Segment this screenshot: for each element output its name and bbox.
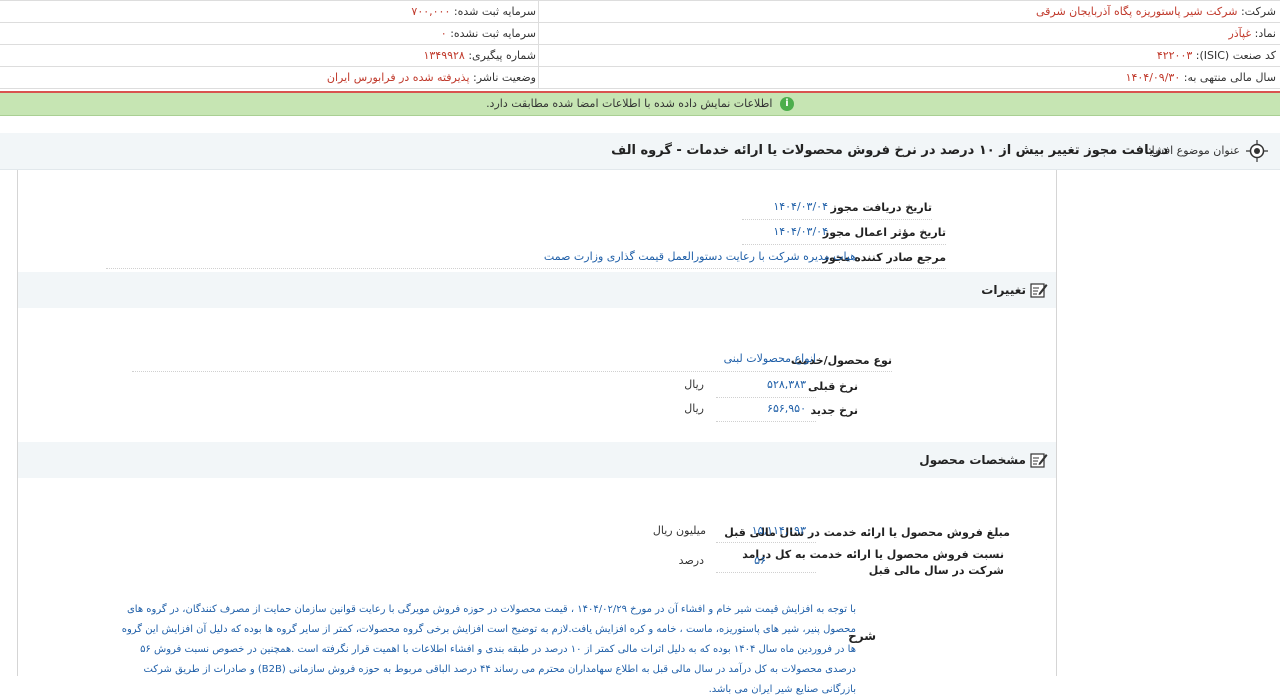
sales-ratio-value: ۵۶ (754, 554, 766, 567)
info-row-company: شرکت: شرکت شیر پاستوریزه پگاه آذربایجان … (0, 1, 1280, 23)
info-icon: i (779, 97, 794, 111)
changes-section-title: تغییرات (981, 283, 1026, 297)
description-text: با توجه به افزایش قیمت شیر خام و افشاء آ… (121, 604, 856, 695)
edit-icon (1030, 283, 1048, 298)
new-rate-label: نرخ جدید (810, 404, 859, 417)
tracking-number-label: شماره پیگیری: (468, 49, 536, 62)
sales-ratio-label-line2: شرکت در سال مالی قبل (868, 564, 1004, 577)
unregistered-capital-value: ۰ (440, 27, 447, 40)
isic-value: ۴۲۲۰۰۳ (1156, 49, 1193, 62)
unregistered-capital-cell: سرمایه ثبت نشده: ۰ (441, 23, 536, 44)
info-row-isic: کد صنعت (ISIC): ۴۲۲۰۰۳ شماره پیگیری: ۱۳۴… (0, 45, 1280, 67)
issuer-value: هیات مدیره شرکت با رعایت دستورالعمل قیمت… (543, 250, 856, 263)
received-date-value: ۱۴۰۴/۰۳/۰۴ (773, 200, 828, 213)
row-divider (132, 371, 892, 372)
row-divider (742, 244, 946, 245)
row-divider (716, 397, 816, 398)
row-divider (716, 572, 816, 573)
tracking-number-value: ۱۳۴۹۹۲۸ (423, 49, 465, 62)
report-panel: تاریخ دریافت مجوز ۱۴۰۴/۰۳/۰۴ تاریخ مؤثر … (17, 170, 1057, 695)
target-icon (1246, 140, 1268, 162)
unregistered-capital-label: سرمایه ثبت نشده: (450, 27, 536, 40)
fiscal-year-cell: سال مالی منتهی به: ۱۴۰۴/۰۹/۳۰ (1126, 67, 1276, 88)
received-date-label: تاریخ دریافت مجوز (830, 201, 932, 214)
isic-label: کد صنعت (ISIC): (1195, 49, 1276, 62)
product-specs-section-header: مشخصات محصول (18, 442, 1056, 478)
prior-year-sales-unit: میلیون ریال (652, 524, 706, 537)
company-info-table: شرکت: شرکت شیر پاستوریزه پگاه آذربایجان … (0, 0, 1280, 89)
publisher-status-value: پذیرفته شده در فرابورس ایران (326, 71, 470, 84)
old-rate-value: ۵۲۸,۳۸۳ (767, 378, 806, 391)
fiscal-year-value: ۱۴۰۴/۰۹/۳۰ (1125, 71, 1181, 84)
old-rate-label: نرخ قبلی (807, 380, 858, 393)
changes-section-header: تغییرات (18, 272, 1056, 308)
edit-icon (1030, 453, 1048, 468)
new-rate-unit: ریال (684, 402, 704, 415)
company-label: شرکت: (1240, 5, 1276, 18)
prior-year-sales-value: ۱۵,۱۱۴,۰۹۳ (751, 524, 806, 537)
effective-date-value: ۱۴۰۴/۰۳/۰۴ (773, 225, 828, 238)
sales-ratio-unit: درصد (678, 554, 704, 567)
company-name: شرکت شیر پاستوریزه پگاه آذربایجان شرقی (1035, 5, 1238, 18)
symbol-cell: نماد: غپآذر (1228, 23, 1276, 44)
registered-capital-label: سرمایه ثبت شده: (453, 5, 536, 18)
verification-notice-text: اطلاعات نمایش داده شده با اطلاعات امضا ش… (486, 97, 773, 110)
subject-bar: عنوان موضوع افشا: دریافت مجوز تغییر بیش … (0, 133, 1280, 170)
row-divider (106, 268, 946, 269)
row-divider (716, 542, 816, 543)
product-type-value: انواع محصولات لبنی (723, 352, 816, 365)
registered-capital-value: ۷۰۰,۰۰۰ (411, 5, 451, 18)
verification-notice: i اطلاعات نمایش داده شده با اطلاعات امضا… (0, 93, 1280, 116)
product-specs-section-title: مشخصات محصول (919, 453, 1026, 467)
registered-capital-cell: سرمایه ثبت شده: ۷۰۰,۰۰۰ (411, 1, 536, 22)
isic-cell: کد صنعت (ISIC): ۴۲۲۰۰۳ (1157, 45, 1276, 66)
company-cell: شرکت: شرکت شیر پاستوریزه پگاه آذربایجان … (1036, 1, 1276, 22)
subject-title: دریافت مجوز تغییر بیش از ۱۰ درصد در نرخ … (611, 143, 1168, 158)
symbol-label: نماد: (1254, 27, 1276, 40)
sales-ratio-label-line1: نسبت فروش محصول یا ارائه خدمت به کل درام… (742, 548, 1004, 561)
old-rate-unit: ریال (684, 378, 704, 391)
tracking-number-cell: شماره پیگیری: ۱۳۴۹۹۲۸ (423, 45, 536, 66)
info-row-symbol: نماد: غپآذر سرمایه ثبت نشده: ۰ (0, 23, 1280, 45)
info-row-fiscal-year: سال مالی منتهی به: ۱۴۰۴/۰۹/۳۰ وضعیت ناشر… (0, 67, 1280, 89)
new-rate-value: ۶۵۶,۹۵۰ (767, 402, 806, 415)
fiscal-year-label: سال مالی منتهی به: (1183, 71, 1276, 84)
publisher-status-label: وضعیت ناشر: (473, 71, 536, 84)
row-divider (742, 219, 932, 220)
publisher-status-cell: وضعیت ناشر: پذیرفته شده در فرابورس ایران (327, 67, 536, 88)
symbol-value: غپآذر (1228, 27, 1252, 40)
effective-date-label: تاریخ مؤثر اعمال مجوز (822, 226, 946, 239)
row-divider (716, 421, 816, 422)
